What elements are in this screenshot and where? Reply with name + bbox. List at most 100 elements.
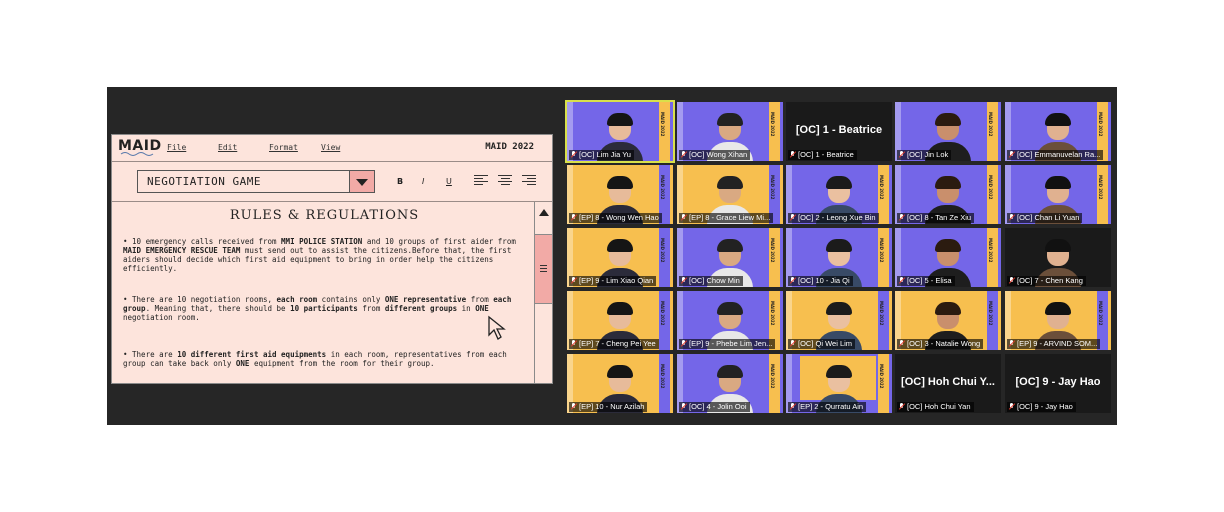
participant-tile[interactable]: MAID 2022 [EP] 9 - Lim Xiao Qian: [567, 228, 673, 287]
participant-tile[interactable]: MAID 2022 [OC] 3 - Natalie Wong: [895, 291, 1001, 350]
banner-text: MAID 2022: [660, 112, 665, 137]
rule-text: . Meaning that, there should be: [145, 304, 291, 313]
align-left-icon[interactable]: [474, 175, 488, 186]
participant-tile[interactable]: MAID 2022 [OC] Lim Jia Yu: [565, 100, 675, 163]
participant-tile[interactable]: [OC] 7 - Chen Kang: [1005, 228, 1111, 287]
participant-tile[interactable]: MAID 2022 [EP] 8 - Wong Wen Hao: [567, 165, 673, 224]
menu-edit[interactable]: Edit: [218, 143, 237, 152]
participant-name: [EP] 9 - ARVIND SOM...: [1017, 339, 1098, 348]
participant-tile[interactable]: MAID 2022 [OC] Chan Li Yuan: [1005, 165, 1111, 224]
participant-tile[interactable]: [OC] Hoh Chui Y... [OC] Hoh Chui Yan: [895, 354, 1001, 413]
participant-name: [EP] 7 - Cheng Pei Yee: [579, 339, 656, 348]
banner-text: MAID 2022: [770, 175, 775, 200]
participant-tile[interactable]: MAID 2022 [OC] 4 - Jolin Ooi: [677, 354, 783, 413]
scroll-up-icon[interactable]: [539, 209, 549, 216]
participant-tile[interactable]: MAID 2022 [OC] 10 - Jia Qi: [786, 228, 892, 287]
participant-tile[interactable]: MAID 2022 [OC] 8 - Tan Ze Xiu: [895, 165, 1001, 224]
banner-text: MAID 2022: [879, 175, 884, 200]
participant-tile[interactable]: [OC] 9 - Jay Hao [OC] 9 - Jay Hao: [1005, 354, 1111, 413]
mic-muted-icon: [681, 403, 687, 410]
participant-tile[interactable]: MAID 2022 [OC] Wong Xihan: [677, 102, 783, 161]
avatar-part: [826, 365, 852, 378]
participant-tile[interactable]: MAID 2022 [EP] 10 - Nur Azilah: [567, 354, 673, 413]
menu-file[interactable]: File: [167, 143, 186, 152]
participant-name: [OC] 5 - Elisa: [907, 276, 952, 285]
participant-name: [EP] 10 - Nur Azilah: [579, 402, 645, 411]
participant-name: [OC] 10 - Jia Qi: [798, 276, 850, 285]
document-scrollbar[interactable]: [534, 202, 552, 383]
bold-button[interactable]: B: [397, 177, 403, 186]
participant-tile[interactable]: MAID 2022 [OC] 2 - Leong Xue Bin: [786, 165, 892, 224]
virtual-background-banner: MAID 2022: [769, 354, 780, 413]
avatar-part: [607, 176, 633, 189]
mic-muted-icon: [790, 340, 796, 347]
participant-tile[interactable]: MAID 2022 [OC] Chow Min: [677, 228, 783, 287]
participant-nameplate: [OC] 8 - Tan Ze Xiu: [897, 213, 975, 223]
align-right-icon[interactable]: [522, 175, 536, 186]
mic-muted-icon: [899, 151, 905, 158]
participant-tile[interactable]: MAID 2022 [EP] 9 - ARVIND SOM...: [1005, 291, 1111, 350]
participant-tile[interactable]: MAID 2022 [OC] Qi Wei Lim: [786, 291, 892, 350]
participant-nameplate: [OC] 2 - Leong Xue Bin: [788, 213, 879, 223]
avatar-part: [826, 176, 852, 189]
participant-tile[interactable]: MAID 2022 [EP] 9 - Phebe Lim Jen...: [677, 291, 783, 350]
participant-name: [OC] 4 - Jolin Ooi: [689, 402, 747, 411]
chevron-down-icon[interactable]: [349, 171, 374, 192]
banner-text: MAID 2022: [660, 364, 665, 389]
participant-tile[interactable]: MAID 2022 [EP] 8 - Grace Liew Mi...: [677, 165, 783, 224]
participant-name: [OC] 2 - Leong Xue Bin: [798, 213, 876, 222]
mic-muted-icon: [790, 403, 796, 410]
rule-text: There are: [132, 350, 178, 359]
rule-emphasis: ONE: [235, 359, 250, 368]
participant-nameplate: [OC] 5 - Elisa: [897, 276, 955, 286]
heading-select[interactable]: NEGOTIATION GAME: [137, 170, 375, 193]
menu-view[interactable]: View: [321, 143, 340, 152]
participant-name: [OC] Lim Jia Yu: [579, 150, 631, 159]
mic-muted-icon: [681, 151, 687, 158]
banner-text: MAID 2022: [770, 112, 775, 137]
menu-format[interactable]: Format: [269, 143, 298, 152]
underline-button[interactable]: U: [446, 177, 452, 186]
align-center-icon[interactable]: [498, 175, 512, 186]
mic-muted-icon: [899, 403, 905, 410]
virtual-background-banner: MAID 2022: [769, 228, 780, 287]
rule-text: There are 10 negotiation rooms,: [132, 295, 277, 304]
participant-nameplate: [EP] 9 - Phebe Lim Jen...: [679, 339, 776, 349]
mic-muted-icon: [1009, 277, 1015, 284]
banner-text: MAID 2022: [879, 301, 884, 326]
participant-name: [OC] Wong Xihan: [689, 150, 748, 159]
participant-nameplate: [OC] 3 - Natalie Wong: [897, 339, 984, 349]
avatar-part: [1045, 176, 1071, 189]
mic-muted-icon: [1009, 214, 1015, 221]
participant-name: [OC] Jin Lok: [907, 150, 949, 159]
banner-text: MAID 2022: [770, 238, 775, 263]
participant-nameplate: [EP] 9 - ARVIND SOM...: [1007, 339, 1101, 349]
scroll-thumb[interactable]: [535, 234, 552, 304]
rule-emphasis: ONE: [475, 304, 489, 313]
participant-tile[interactable]: MAID 2022 [OC] 5 - Elisa: [895, 228, 1001, 287]
participant-nameplate: [OC] 7 - Chen Kang: [1007, 276, 1086, 286]
participant-tile[interactable]: [OC] 1 - Beatrice [OC] 1 - Beatrice: [786, 102, 892, 161]
rule-text: negotiation room.: [123, 313, 200, 322]
rule-text: from: [466, 295, 494, 304]
avatar-part: [717, 113, 743, 126]
rule-text: contains only: [317, 295, 385, 304]
rule-emphasis: ONE representative: [384, 295, 467, 304]
virtual-background-banner: MAID 2022: [659, 228, 670, 287]
virtual-background-banner: MAID 2022: [769, 102, 780, 161]
participant-tile[interactable]: MAID 2022 [EP] 2 - Qurratu Ain: [786, 354, 892, 413]
rule-emphasis: each room: [276, 295, 318, 304]
participant-name: [OC] Chan Li Yuan: [1017, 213, 1080, 222]
mic-muted-icon: [1009, 151, 1015, 158]
banner-text: MAID 2022: [879, 238, 884, 263]
avatar-part: [1045, 239, 1071, 252]
mic-muted-icon: [1009, 403, 1015, 410]
participant-name: [OC] Qi Wei Lim: [798, 339, 853, 348]
participant-tile[interactable]: MAID 2022 [OC] Emmanuvelan Ra...: [1005, 102, 1111, 161]
participant-tile[interactable]: MAID 2022 [EP] 7 - Cheng Pei Yee: [567, 291, 673, 350]
italic-button[interactable]: I: [422, 177, 424, 186]
rule-emphasis: 10 participants: [290, 304, 358, 313]
participant-tile[interactable]: MAID 2022 [OC] Jin Lok: [895, 102, 1001, 161]
avatar-part: [607, 239, 633, 252]
banner-text: MAID 2022: [988, 112, 993, 137]
